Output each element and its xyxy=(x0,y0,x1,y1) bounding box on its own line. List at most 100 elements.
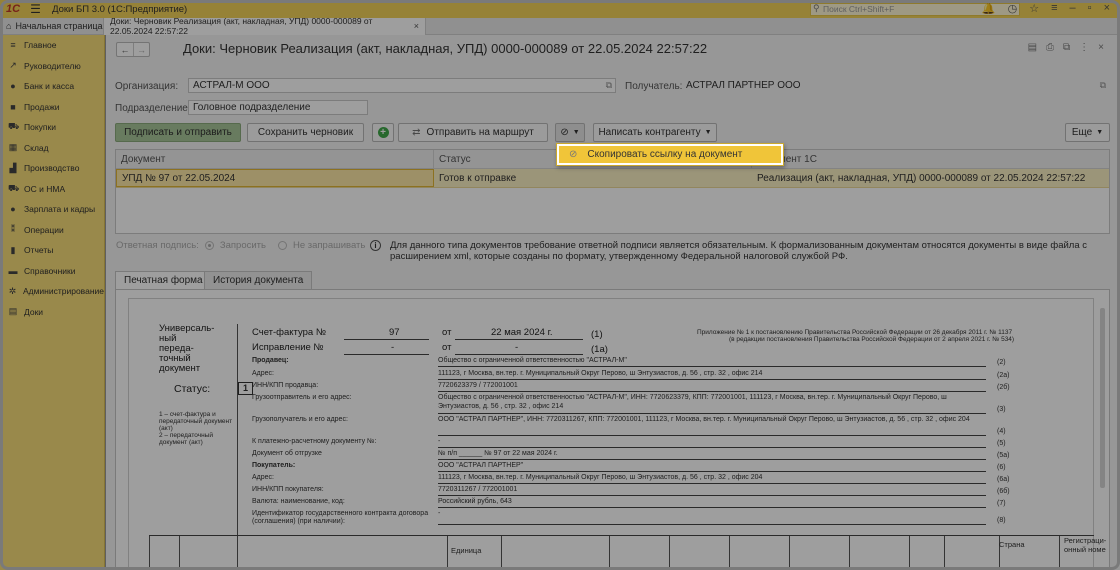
recipient-field[interactable]: АСТРАЛ ПАРТНЕР ООО ⧉ xyxy=(681,78,1110,93)
tab-history[interactable]: История документа xyxy=(204,271,313,290)
sidebar-item[interactable]: ▦ Склад xyxy=(0,138,104,159)
print-icon[interactable]: ⎙ xyxy=(1046,42,1054,53)
tab-close-icon[interactable]: × xyxy=(414,21,419,31)
sidebar-item[interactable]: ▟ Производство xyxy=(0,158,104,179)
invoice-row-number: (8) xyxy=(997,517,1006,524)
underline xyxy=(438,413,986,414)
sidebar-item-label: Банк и касса xyxy=(24,81,75,92)
invoice-row-label: Покупатель: xyxy=(252,462,296,469)
forward-button[interactable]: → xyxy=(133,43,149,56)
save-icon[interactable]: ▤ xyxy=(1028,42,1037,53)
cell-document[interactable]: УПД № 97 от 22.05.2024 xyxy=(116,169,434,187)
appendix-note: Приложение № 1 к постановлению Правитель… xyxy=(697,329,1013,336)
settings-menu-icon[interactable]: ≡ xyxy=(1051,2,1057,15)
home-icon: ⌂ xyxy=(6,21,12,31)
open-recipient-icon[interactable]: ⧉ xyxy=(1100,79,1106,92)
bell-icon[interactable]: 🔔 xyxy=(982,2,996,15)
dept-value: Головное подразделение xyxy=(193,102,311,113)
write-counterparty-button[interactable]: Написать контрагенту ▼ xyxy=(593,123,717,142)
link-menu-button[interactable]: ⊘ ▼ xyxy=(555,123,585,142)
send-route-button[interactable]: ⇄ Отправить на маршрут xyxy=(398,123,548,142)
invoice-row-value: - xyxy=(438,438,441,445)
org-field[interactable]: АСТРАЛ-М ООО ⧉ xyxy=(188,78,616,93)
radio-no-request[interactable] xyxy=(277,241,287,250)
sidebar-item[interactable]: ⛟ Покупки xyxy=(0,117,104,138)
cell-status[interactable]: Готов к отправке xyxy=(434,169,752,187)
signature-row: Ответная подпись: Запросить Не запрашива… xyxy=(116,240,365,251)
dept-field[interactable]: Головное подразделение xyxy=(188,100,368,115)
invoice-row-value: 111123, г Москва, вн.тер. г. Муниципальн… xyxy=(438,370,763,377)
preview-icon[interactable]: ⧉ xyxy=(1063,42,1070,53)
open-org-icon[interactable]: ⧉ xyxy=(606,79,612,92)
radio-request-label[interactable]: Запросить xyxy=(220,240,266,251)
col-document[interactable]: Документ xyxy=(116,150,434,168)
sidebar-item[interactable]: ⁑ Операции xyxy=(0,220,104,241)
print-form-area: Универсаль- ный переда- точный документ … xyxy=(115,289,1110,570)
sign-send-button[interactable]: Подписать и отправить xyxy=(115,123,241,142)
add-button[interactable]: + xyxy=(372,123,394,142)
invoice-row-value: Российский рубль, 643 xyxy=(438,498,512,505)
sidebar-item[interactable]: ⛟ ОС и НМА xyxy=(0,179,104,200)
tabs-bar: ⌂ Начальная страница Доки: Черновик Реал… xyxy=(0,16,1120,36)
save-draft-button[interactable]: Сохранить черновик xyxy=(247,123,364,142)
sidebar-item[interactable]: ▮ Отчеты xyxy=(0,240,104,261)
maximize-icon[interactable]: ▫ xyxy=(1088,2,1092,15)
status-value: 1 xyxy=(238,382,253,395)
sidebar-item[interactable]: ▤ Доки xyxy=(0,302,104,323)
invoice-label: Счет-фактура № xyxy=(252,327,327,338)
radio-request[interactable] xyxy=(204,241,214,250)
table-row[interactable]: УПД № 97 от 22.05.2024 Готов к отправке … xyxy=(116,169,1109,188)
col-doc1c[interactable]: Документ 1С xyxy=(752,150,1109,168)
invoice-row-value: 111123, г Москва, вн.тер. г. Муниципальн… xyxy=(438,474,763,481)
more-button[interactable]: Еще ▼ xyxy=(1065,123,1110,142)
invoice-row-label: Продавец: xyxy=(252,357,289,364)
sidebar-item[interactable]: ✲ Администрирование xyxy=(0,281,104,302)
star-icon[interactable]: ☆ xyxy=(1029,2,1039,15)
sidebar-item[interactable]: ● Зарплата и кадры xyxy=(0,199,104,220)
close-icon[interactable]: × xyxy=(1104,2,1110,15)
org-label: Организация: xyxy=(115,81,179,92)
header-icons: ▤ ⎙ ⧉ ⋮ × xyxy=(1028,42,1104,53)
invoice-row-number: (6а) xyxy=(997,476,1010,483)
more-icon[interactable]: ⋮ xyxy=(1079,42,1089,53)
sidebar: ≡ Главное ↗ Руководителю ● Банк и касса ■ Прода… xyxy=(0,35,105,570)
sidebar-item-label: ОС и НМА xyxy=(24,183,66,194)
main-menu-icon[interactable]: ☰ xyxy=(30,2,44,16)
book-icon: ▬ xyxy=(8,265,18,276)
bag-icon: ■ xyxy=(10,101,16,112)
tab-home[interactable]: ⌂ Начальная страница xyxy=(0,17,104,35)
invoice-row-value: 7720311267 / 772001001 xyxy=(438,486,518,493)
invoice-row-number: (2а) xyxy=(997,372,1010,379)
sidebar-item[interactable]: ■ Продажи xyxy=(0,97,104,118)
invoice-row-label: Грузополучатель и его адрес: xyxy=(252,416,348,423)
tab-print-form[interactable]: Печатная форма xyxy=(115,271,212,290)
tab-document[interactable]: Доки: Черновик Реализация (акт, накладна… xyxy=(104,16,426,36)
sidebar-item[interactable]: ▬ Справочники xyxy=(0,261,104,282)
sidebar-item[interactable]: ● Банк и касса xyxy=(0,76,104,97)
close-form-icon[interactable]: × xyxy=(1098,42,1104,53)
invoice-row-number: (4) xyxy=(997,428,1006,435)
back-button[interactable]: ← xyxy=(117,43,133,56)
sidebar-item[interactable]: ↗ Руководителю xyxy=(0,56,104,77)
radio-no-request-label[interactable]: Не запрашивать xyxy=(293,240,365,251)
sidebar-item[interactable]: ≡ Главное xyxy=(0,35,104,56)
underline xyxy=(438,391,986,392)
sidebar-item-label: Администрирование xyxy=(22,286,104,297)
menu-icon: ≡ xyxy=(10,40,16,51)
copy-link-menu-item[interactable]: ⊘ Скопировать ссылку на документ xyxy=(559,146,781,163)
invoice-row-label: Идентификатор государственного контракта… xyxy=(252,510,429,525)
history-icon[interactable]: ◷ xyxy=(1008,2,1018,15)
minimize-icon[interactable]: – xyxy=(1070,2,1076,15)
status-label: Статус: xyxy=(174,383,211,395)
underline xyxy=(438,459,986,460)
link-dropdown-menu: ⊘ Скопировать ссылку на документ xyxy=(556,143,784,166)
invoice-row-number: (6) xyxy=(997,464,1006,471)
invoice-row-value: Общество с ограниченной ответственностью… xyxy=(438,357,627,364)
scrollbar[interactable] xyxy=(1100,308,1105,488)
invoice-row-label: К платежно-расчетному документу №: xyxy=(252,438,377,445)
sidebar-item-label: Главное xyxy=(24,40,57,51)
cell-doc1c[interactable]: Реализация (акт, накладная, УПД) 0000-00… xyxy=(752,169,1109,187)
factory-icon: ▟ xyxy=(9,162,17,173)
invoice-row-value: ООО "АСТРАЛ ПАРТНЕР", ИНН: 7720311267, К… xyxy=(438,416,970,423)
invoice-row-value: 7720623379 / 772001001 xyxy=(438,382,518,389)
